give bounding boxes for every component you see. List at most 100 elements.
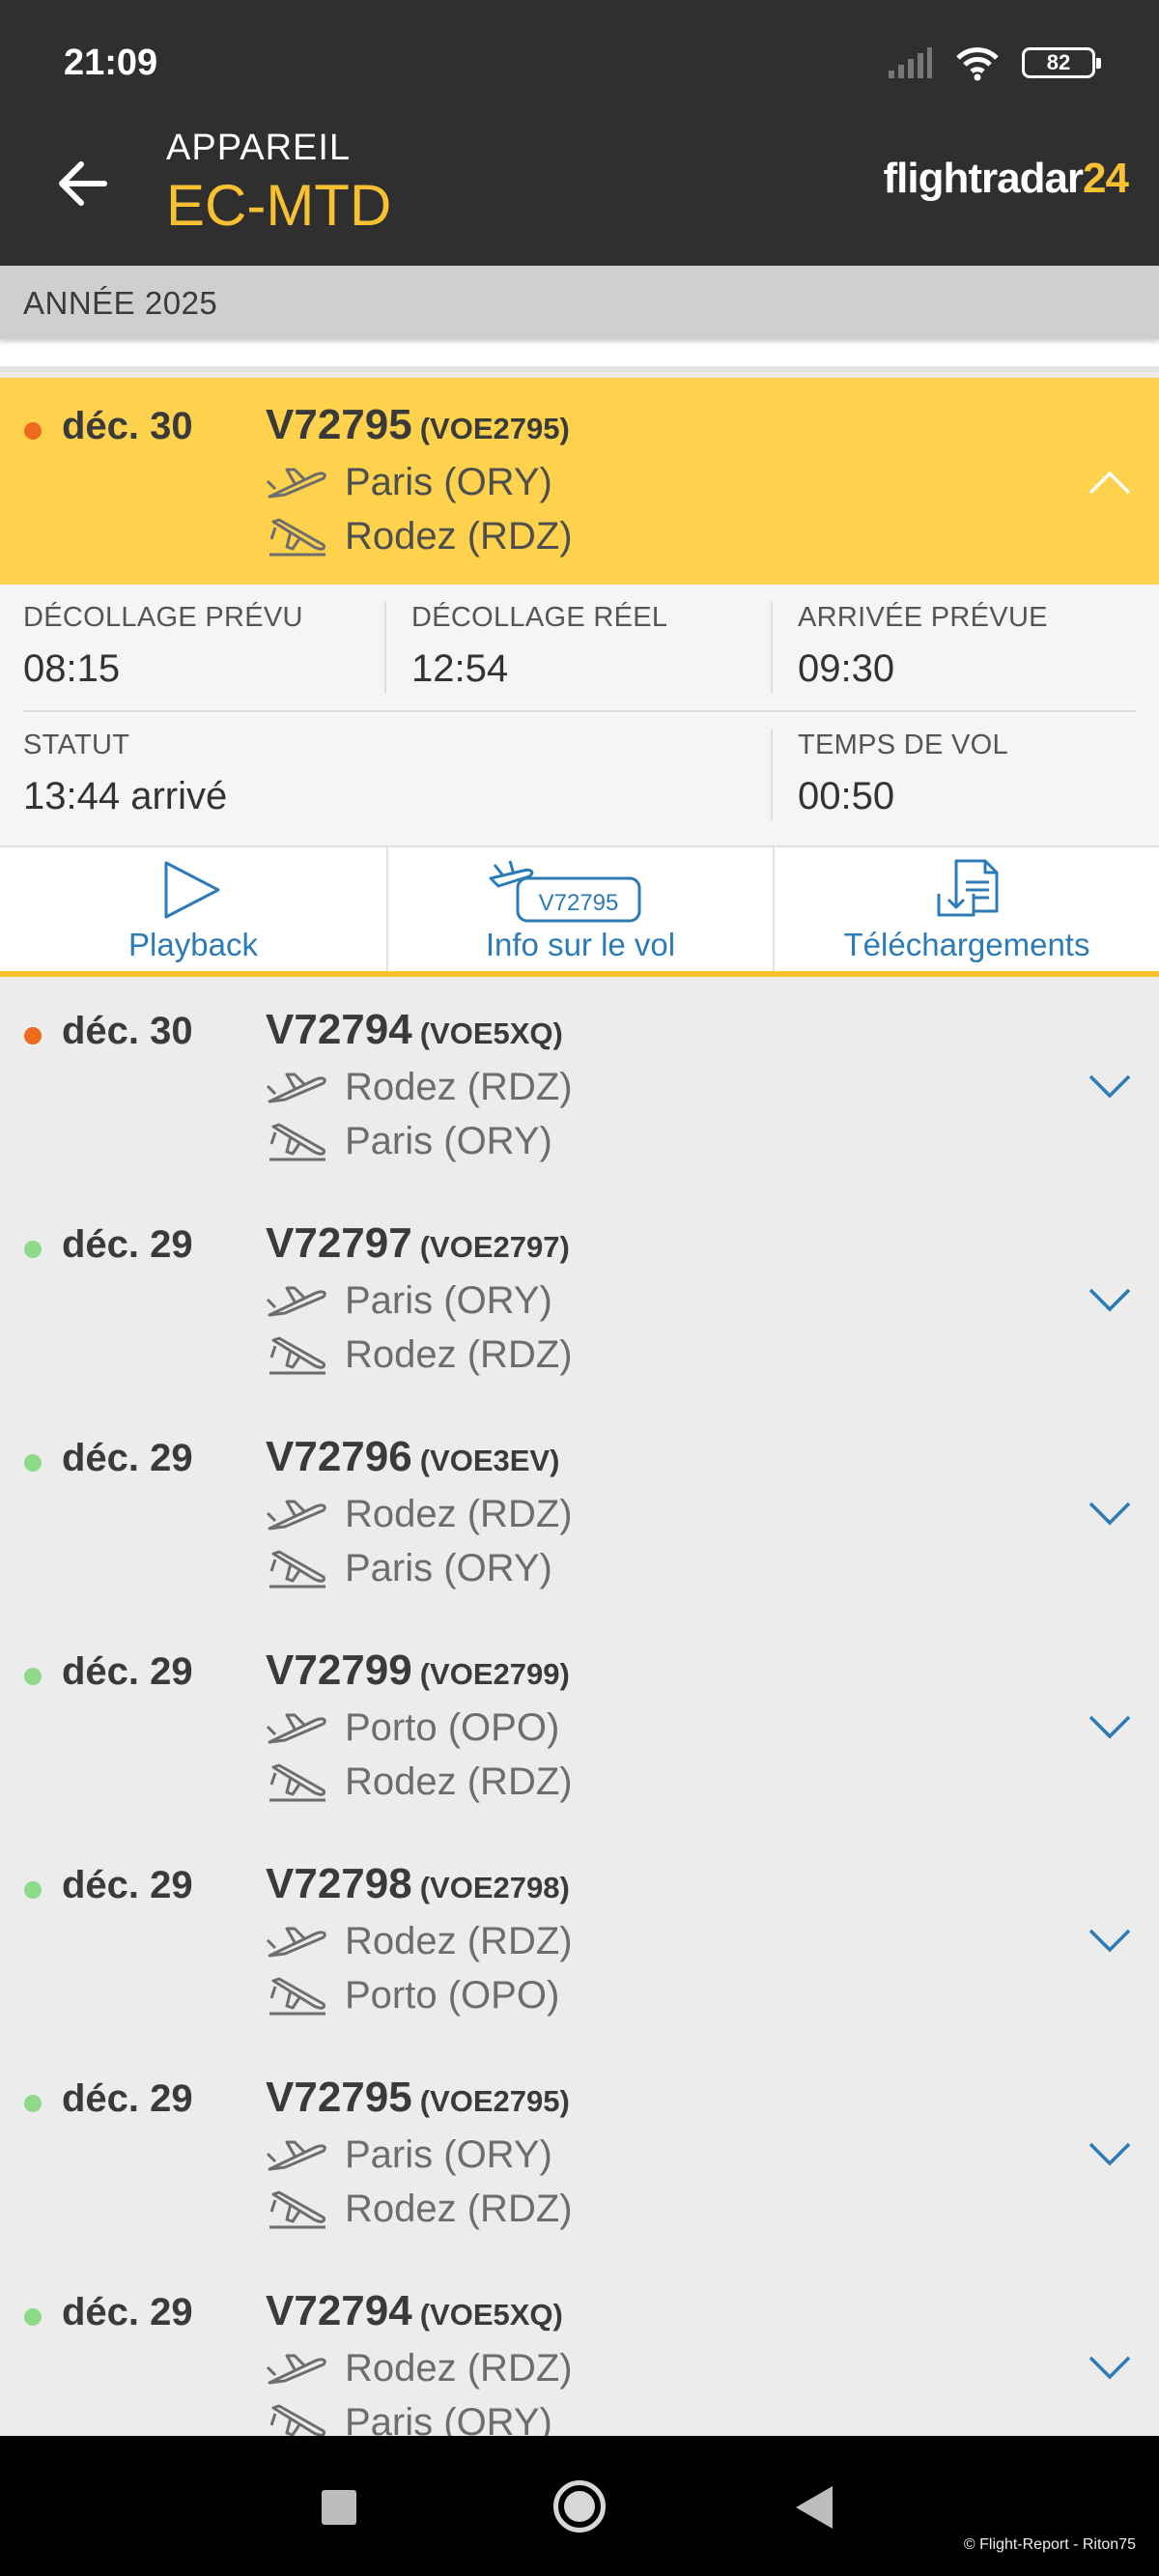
arrival-airport: Porto (OPO) [266,1974,559,2018]
actual-departure-label: DÉCOLLAGE RÉEL [411,602,668,633]
status-label: STATUT [23,730,130,760]
divider [23,710,1136,712]
signal-icon [889,47,932,78]
home-button[interactable] [553,2480,606,2533]
header-subtitle: APPAREIL [166,128,352,168]
arrival-name: Rodez (RDZ) [345,2188,573,2230]
flight-row[interactable]: déc. 29 V72795 (VOE2795) Paris (ORY) Rode… [0,2050,1159,2259]
departure-airport: Rodez (RDZ) [266,2347,573,2390]
scheduled-arrival: ARRIVÉE PRÉVUE 09:30 [798,602,1048,691]
flight-info-button[interactable]: V72795 Info sur le vol [386,847,773,971]
status-dot [24,1027,42,1045]
chevron-down-icon[interactable] [1088,1714,1132,1741]
arrival-name: Rodez (RDZ) [345,515,573,558]
landing-icon [269,1763,325,1801]
flight-number: V72794 (VOE5XQ) [266,2287,563,2335]
divider [384,602,386,693]
callsign: (VOE2795) [419,2084,570,2118]
logo-number: 24 [1083,155,1129,202]
playback-button[interactable]: Playback [0,847,386,971]
playback-label: Playback [128,927,258,962]
scheduled-arrival-label: ARRIVÉE PRÉVUE [798,602,1048,633]
arrival-airport: Rodez (RDZ) [266,1760,573,1804]
flight-date: déc. 30 [62,405,193,447]
chevron-down-icon[interactable] [1088,1501,1132,1528]
takeoff-icon [266,2140,326,2170]
partial-row [0,339,1159,372]
divider [771,730,773,820]
flight-date: déc. 29 [62,2291,193,2333]
departure-airport: Rodez (RDZ) [266,1920,573,1963]
arrival-name: Rodez (RDZ) [345,1333,573,1376]
flight-date: déc. 29 [62,1650,193,1693]
landing-icon [269,2404,325,2436]
flight-row[interactable]: déc. 29 V72794 (VOE5XQ) Rodez (RDZ) Paris… [0,2264,1159,2436]
landing-icon [269,1550,325,1588]
takeoff-icon [266,2354,326,2384]
aircraft-registration: EC-MTD [166,173,392,238]
chevron-down-icon[interactable] [1088,2355,1132,2382]
scheduled-departure: DÉCOLLAGE PRÉVU 08:15 [23,602,303,691]
departure-name: Paris (ORY) [345,461,552,503]
landing-icon [269,1336,325,1374]
chevron-up-icon[interactable] [1088,469,1132,496]
arrival-airport: Paris (ORY) [266,1547,552,1590]
arrival-airport: Paris (ORY) [266,2401,552,2436]
departure-name: Rodez (RDZ) [345,2347,573,2390]
takeoff-icon [266,468,326,498]
download-document-icon [937,859,999,917]
departure-name: Rodez (RDZ) [345,1920,573,1962]
scheduled-departure-value: 08:15 [23,647,121,690]
back-arrow-icon[interactable] [54,155,112,213]
divider [771,602,773,693]
arrival-name: Porto (OPO) [345,1974,560,2017]
chevron-down-icon[interactable] [1088,1928,1132,1955]
arrival-name: Rodez (RDZ) [345,1760,573,1803]
callsign: (VOE5XQ) [419,1016,563,1050]
landing-icon [269,1123,325,1160]
departure-airport: Paris (ORY) [266,2133,552,2177]
flight-row[interactable]: déc. 29 V72799 (VOE2799) Porto (OPO) Rode… [0,1623,1159,1832]
departure-name: Rodez (RDZ) [345,1493,573,1535]
flight-row[interactable]: déc. 29 V72798 (VOE2798) Rodez (RDZ) Port… [0,1837,1159,2046]
flight-info-badge: V72795 [538,890,619,916]
flight-date: déc. 29 [62,1223,193,1266]
status-icons: 82 [887,44,1101,81]
departure-name: Paris (ORY) [345,2133,552,2176]
flight-time-label: TEMPS DE VOL [798,730,1008,760]
flight-row[interactable]: déc. 30 V72795 (VOE2795) Paris (ORY) Rode… [0,378,1159,587]
flight-row[interactable]: déc. 30 V72794 (VOE5XQ) Rodez (RDZ) Paris… [0,983,1159,1191]
downloads-button[interactable]: Téléchargements [773,847,1159,971]
status-dot [24,422,42,440]
play-icon [164,861,220,919]
landing-icon [269,2190,325,2228]
watermark-credit: © Flight-Report - Riton75 [963,2536,1136,2553]
system-back-button[interactable] [796,2486,833,2529]
callsign: (VOE5XQ) [419,2298,563,2332]
battery-level: 82 [1046,50,1071,74]
takeoff-icon [266,1500,326,1530]
flight-number-text: V72799 [266,1646,412,1694]
chevron-down-icon[interactable] [1088,1287,1132,1314]
status-dot [24,1454,42,1472]
status-dot [24,1241,42,1258]
recents-button[interactable] [322,2490,356,2525]
flight-number-text: V72798 [266,1860,412,1907]
departure-name: Rodez (RDZ) [345,1066,573,1108]
logo-text: flightradar [883,155,1084,202]
chevron-down-icon[interactable] [1088,2141,1132,2168]
flight-row[interactable]: déc. 29 V72797 (VOE2797) Paris (ORY) Rode… [0,1196,1159,1405]
callsign: (VOE2798) [419,1871,570,1904]
flight-number-text: V72794 [266,1006,412,1053]
takeoff-icon [266,1713,326,1743]
system-navigation-bar: © Flight-Report - Riton75 [0,2436,1159,2576]
status-bar: 21:09 82 [0,0,1159,126]
flight-date: déc. 29 [62,1437,193,1479]
flight-history-list[interactable]: déc. 30 V72795 (VOE2795) Paris (ORY) Rode… [0,339,1159,2436]
flight-status: STATUT 13:44 arrivé [23,730,227,818]
chevron-down-icon[interactable] [1088,1073,1132,1101]
flight-row[interactable]: déc. 29 V72796 (VOE3EV) Rodez (RDZ) Paris… [0,1410,1159,1618]
flight-number-text: V72795 [266,401,412,448]
arrival-airport: Rodez (RDZ) [266,515,573,558]
flight-number-text: V72796 [266,1433,412,1480]
